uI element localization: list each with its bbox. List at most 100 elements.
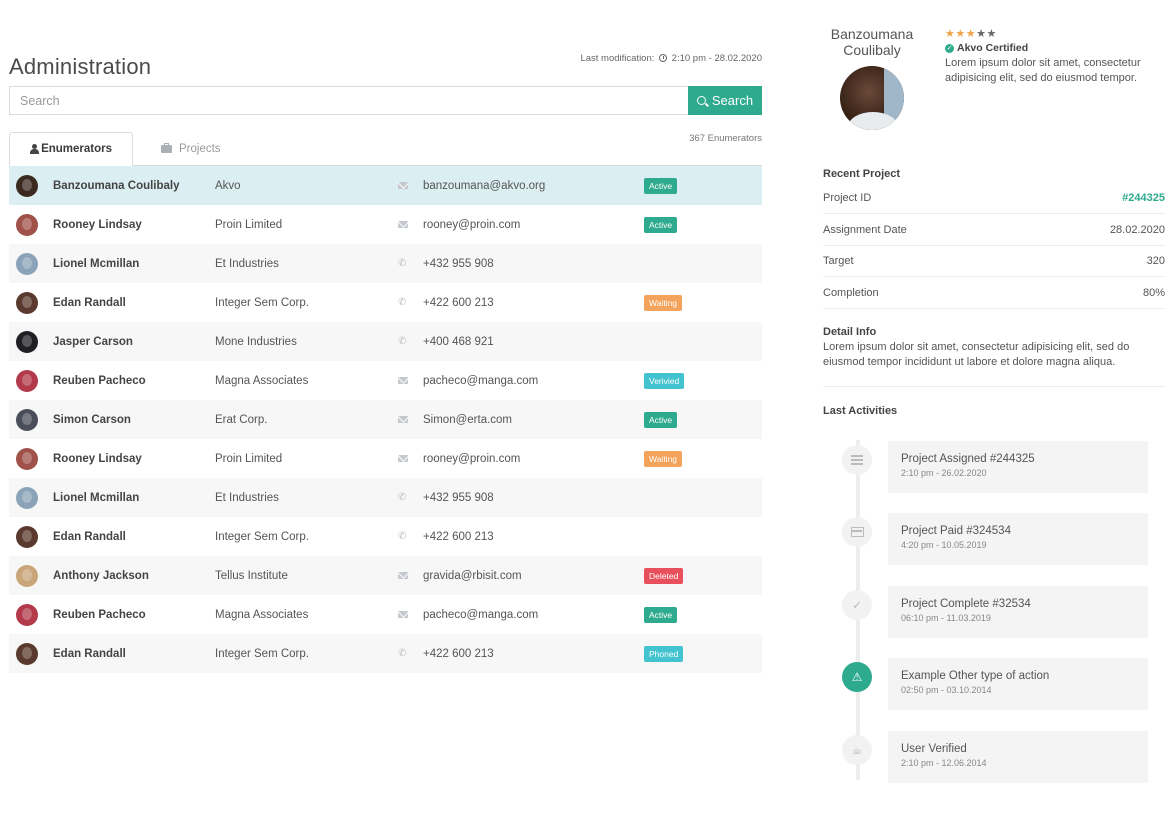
table-row[interactable]: Rooney Lindsay Proin Limited rooney@proin.…: [9, 439, 762, 478]
table-row[interactable]: Reuben Pacheco Magna Associates pacheco@ma…: [9, 361, 762, 400]
contact-icon-cell: ✆: [398, 258, 423, 269]
contact-icon-cell: ✆: [398, 335, 423, 347]
contact-icon-cell: ✆: [398, 297, 423, 308]
enumerator-organization: Magna Associates: [215, 608, 309, 621]
mail-icon: [398, 572, 408, 579]
phone-icon: ✆: [398, 335, 407, 347]
enumerator-name: Anthony Jackson: [53, 569, 149, 582]
rating-stars: ★★★★★: [945, 27, 997, 40]
status-cell: Verivied: [644, 372, 685, 389]
search-bar: Search: [9, 86, 762, 115]
contact-icon-cell: ✆: [398, 648, 423, 659]
credit-card-icon: [842, 517, 872, 547]
enumerator-organization: Integer Sem Corp.: [215, 530, 309, 543]
activity-card: Example Other type of action 02:50 pm - 0…: [888, 658, 1148, 710]
profile-first-name: Banzoumana: [830, 26, 914, 42]
contact-icon-cell: [398, 416, 423, 423]
enumerator-organization: Integer Sem Corp.: [215, 296, 309, 309]
project-field-row: Completion 80%: [823, 277, 1165, 309]
mail-icon: [398, 416, 408, 423]
avatar: [16, 447, 38, 470]
activity-title: Project Paid #324534: [901, 525, 1011, 537]
search-button[interactable]: Search: [688, 86, 762, 115]
table-row[interactable]: Edan Randall Integer Sem Corp. ✆ +422 600 2…: [9, 517, 762, 556]
enumerator-organization: Tellus Institute: [215, 569, 288, 582]
tab-bar: Enumerators Projects: [9, 132, 241, 166]
last-activities-title: Last Activities: [823, 405, 898, 417]
activity-item[interactable]: ✓ Project Complete #32534 06:10 pm - 11.03…: [840, 586, 1148, 638]
activity-title: Example Other type of action: [901, 670, 1050, 682]
activity-item[interactable]: ⚠ Example Other type of action 02:50 pm - …: [840, 658, 1148, 710]
tab-projects[interactable]: Projects: [141, 132, 241, 166]
activity-item[interactable]: ☕ User Verified 2:10 pm - 12.06.2014: [840, 731, 1148, 783]
recent-project-title: Recent Project: [823, 168, 901, 180]
enumerator-name: Jasper Carson: [53, 335, 133, 348]
avatar: [16, 525, 38, 548]
mail-icon: [398, 221, 408, 228]
profile-panel: Banzoumana Coulibaly ★★★★★ ✓ Akvo Certif…: [823, 0, 1165, 826]
mail-icon: [398, 611, 408, 618]
project-field-value: 320: [1146, 254, 1165, 267]
enumerator-contact: +422 600 213: [423, 530, 494, 543]
enumerator-organization: Et Industries: [215, 491, 279, 504]
table-row[interactable]: Lionel Mcmillan Et Industries ✆ +432 955 90…: [9, 478, 762, 517]
status-badge: Waiting: [644, 294, 683, 311]
enumerator-contact: pacheco@manga.com: [423, 608, 539, 621]
project-field-row: Target 320: [823, 245, 1165, 277]
table-row[interactable]: Rooney Lindsay Proin Limited rooney@proin.…: [9, 205, 762, 244]
enumerator-contact: +400 468 921: [423, 335, 494, 348]
enumerator-contact: banzoumana@akvo.org: [423, 179, 546, 192]
project-field-label: Completion: [823, 286, 879, 299]
table-row[interactable]: Simon Carson Erat Corp. Simon@erta.com Acti…: [9, 400, 762, 439]
star-empty-icon: ★: [976, 28, 987, 40]
status-cell: Phoned: [644, 645, 684, 662]
avatar: [16, 291, 38, 314]
status-badge: Active: [644, 216, 678, 233]
enumerator-organization: Akvo: [215, 179, 241, 192]
contact-icon-cell: ✆: [398, 531, 423, 542]
avatar: [16, 252, 38, 275]
clock-icon: [659, 54, 668, 62]
tab-enumerators[interactable]: Enumerators: [9, 132, 133, 166]
project-field-value: 28.02.2020: [1109, 223, 1165, 236]
enumerator-contact: rooney@proin.com: [423, 452, 521, 465]
status-cell: Active: [644, 177, 678, 194]
enumerator-organization: Mone Industries: [215, 335, 297, 348]
enumerator-name: Edan Randall: [53, 647, 126, 660]
enumerator-organization: Erat Corp.: [215, 413, 268, 426]
project-field-label: Project ID: [823, 191, 872, 204]
enumerator-contact: Simon@erta.com: [423, 413, 513, 426]
enumerator-name: Edan Randall: [53, 296, 126, 309]
enumerator-organization: Magna Associates: [215, 374, 309, 387]
activity-title: Project Complete #32534: [901, 598, 1031, 610]
avatar: [16, 369, 38, 392]
status-badge: Verivied: [644, 372, 685, 389]
enumerators-panel: Administration Last modification: 2:10 p…: [9, 0, 762, 826]
table-row[interactable]: Reuben Pacheco Magna Associates pacheco@ma…: [9, 595, 762, 634]
status-cell: Active: [644, 216, 678, 233]
table-row[interactable]: Banzoumana Coulibaly Akvo banzoumana@akvo.…: [9, 166, 762, 205]
project-field-value[interactable]: #244325: [1122, 192, 1165, 204]
project-field-label: Target: [823, 254, 854, 267]
activity-card: Project Complete #32534 06:10 pm - 11.03.…: [888, 586, 1148, 638]
status-cell: Waiting: [644, 294, 683, 311]
activity-item[interactable]: Project Assigned #244325 2:10 pm - 26.02.…: [840, 441, 1148, 493]
table-row[interactable]: Jasper Carson Mone Industries ✆ +400 468 92…: [9, 322, 762, 361]
activity-item[interactable]: Project Paid #324534 4:20 pm - 10.05.2019: [840, 513, 1148, 565]
check-circle-icon: ✓: [945, 43, 954, 53]
enumerator-contact: +422 600 213: [423, 647, 494, 660]
search-input[interactable]: [9, 86, 688, 115]
table-row[interactable]: Edan Randall Integer Sem Corp. ✆ +422 600 2…: [9, 634, 762, 673]
contact-icon-cell: [398, 377, 423, 384]
project-field-label: Assignment Date: [823, 223, 907, 236]
mail-icon: [398, 455, 408, 462]
detail-info-text: Lorem ipsum dolor sit amet, consectetur …: [823, 341, 1130, 368]
certified-badge: ✓ Akvo Certified: [945, 42, 1028, 54]
enumerator-contact: pacheco@manga.com: [423, 374, 539, 387]
table-row[interactable]: Lionel Mcmillan Et Industries ✆ +432 955 90…: [9, 244, 762, 283]
status-badge: Deleted: [644, 567, 684, 584]
table-row[interactable]: Anthony Jackson Tellus Institute gravida@r…: [9, 556, 762, 595]
status-badge: Waiting: [644, 450, 683, 467]
avatar: [16, 408, 38, 431]
table-row[interactable]: Edan Randall Integer Sem Corp. ✆ +422 600 2…: [9, 283, 762, 322]
